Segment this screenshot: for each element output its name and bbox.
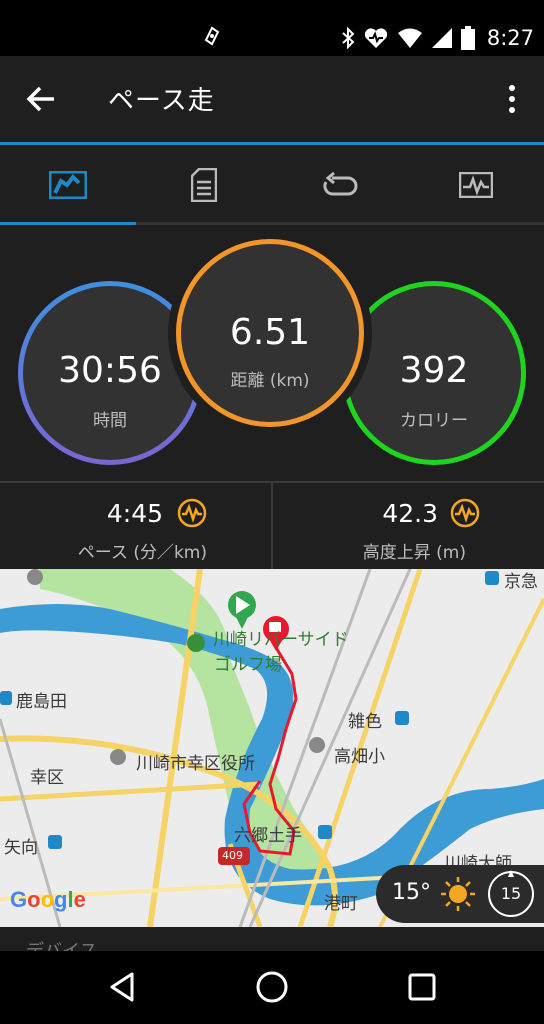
calories-label: カロリー xyxy=(400,411,468,431)
app-bar: ペース走 xyxy=(0,56,544,145)
time-label: 時間 xyxy=(93,411,127,431)
status-bar: 8:27 xyxy=(0,0,544,56)
back-triangle-icon[interactable] xyxy=(104,969,140,1005)
elevation-stat[interactable]: 42.3 高度上昇 (m) xyxy=(271,483,544,569)
map-label-golf2: ゴルフ場 xyxy=(214,655,282,675)
elevation-label: 高度上昇 (m) xyxy=(362,543,466,563)
pace-stat[interactable]: 4:45 ペース (分／km) xyxy=(0,483,271,569)
more-vert-icon[interactable] xyxy=(500,82,524,116)
system-nav-bar xyxy=(0,951,544,1024)
page-title: ペース走 xyxy=(108,86,215,116)
map-label-kashimada: 鹿島田 xyxy=(16,692,67,712)
map-label-minatomachi: 港町 xyxy=(324,894,358,914)
device-section-header: デバイス xyxy=(0,927,544,951)
stats-row: 4:45 ペース (分／km) 42.3 高度上昇 (m) xyxy=(0,481,544,569)
map-label-yako: 矢向 xyxy=(4,838,38,858)
wind-indicator: 15 xyxy=(486,869,536,919)
distance-value: 6.51 xyxy=(229,312,311,353)
status-time: 8:27 xyxy=(486,26,534,50)
summary-panel: 30:56 時間 392 カロリー 6.51 距離 (km) xyxy=(0,225,544,481)
performance-icon xyxy=(177,498,207,528)
map-label-keikyu: 京急 xyxy=(504,572,538,592)
wifi-icon xyxy=(397,28,422,48)
arrow-left-icon[interactable] xyxy=(24,82,58,116)
laps-icon xyxy=(323,172,358,196)
calories-value: 392 xyxy=(399,350,469,391)
details-icon xyxy=(191,168,217,202)
tab-bar xyxy=(0,145,544,225)
map-label-golf: 川崎リバーサイド xyxy=(213,630,349,650)
device-section-label: デバイス xyxy=(26,937,97,951)
calories-ring: 392 カロリー xyxy=(342,281,526,465)
weather-temp: 15° xyxy=(392,880,431,905)
map-label-takahata: 高畑小 xyxy=(334,747,385,767)
overview-icon xyxy=(49,171,87,199)
pace-label: ペース (分／km) xyxy=(77,543,207,563)
tab-charts[interactable] xyxy=(408,145,544,225)
distance-label: 距離 (km) xyxy=(230,371,310,391)
map-label-rokugo: 六郷土手 xyxy=(234,826,302,846)
map-label-zoshiki: 雑色 xyxy=(348,712,382,732)
battery-icon xyxy=(460,26,475,50)
time-value: 30:56 xyxy=(58,350,162,391)
tab-laps[interactable] xyxy=(272,145,408,225)
tab-details[interactable] xyxy=(136,145,272,225)
map-label-saiwai-ward-office: 川崎市幸区役所 xyxy=(136,754,255,774)
cell-signal-icon xyxy=(431,28,452,48)
route-map[interactable]: 川崎リバーサイド ゴルフ場 鹿島田 川崎市幸区役所 幸区 雑色 高畑小 六郷土手… xyxy=(0,569,544,927)
time-ring: 30:56 時間 xyxy=(18,281,202,465)
distance-ring: 6.51 距離 (km) xyxy=(176,239,364,427)
bluetooth-icon xyxy=(342,27,355,49)
home-circle-icon[interactable] xyxy=(254,969,290,1005)
charts-icon xyxy=(459,172,493,198)
weather-badge: 15° 15 xyxy=(376,865,544,923)
performance-icon xyxy=(450,498,480,528)
pace-value: 4:45 xyxy=(106,499,163,528)
recents-square-icon[interactable] xyxy=(404,969,440,1005)
tab-overview[interactable] xyxy=(0,145,136,225)
map-label-route-409: 409 xyxy=(222,849,243,862)
sun-icon xyxy=(441,877,475,911)
heart-monitor-icon xyxy=(364,28,387,48)
map-label-saiwaiku: 幸区 xyxy=(30,768,64,788)
wind-speed: 15 xyxy=(500,884,522,903)
google-logo: Google xyxy=(10,887,86,912)
nfc-icon xyxy=(204,26,220,46)
elevation-value: 42.3 xyxy=(382,499,438,528)
